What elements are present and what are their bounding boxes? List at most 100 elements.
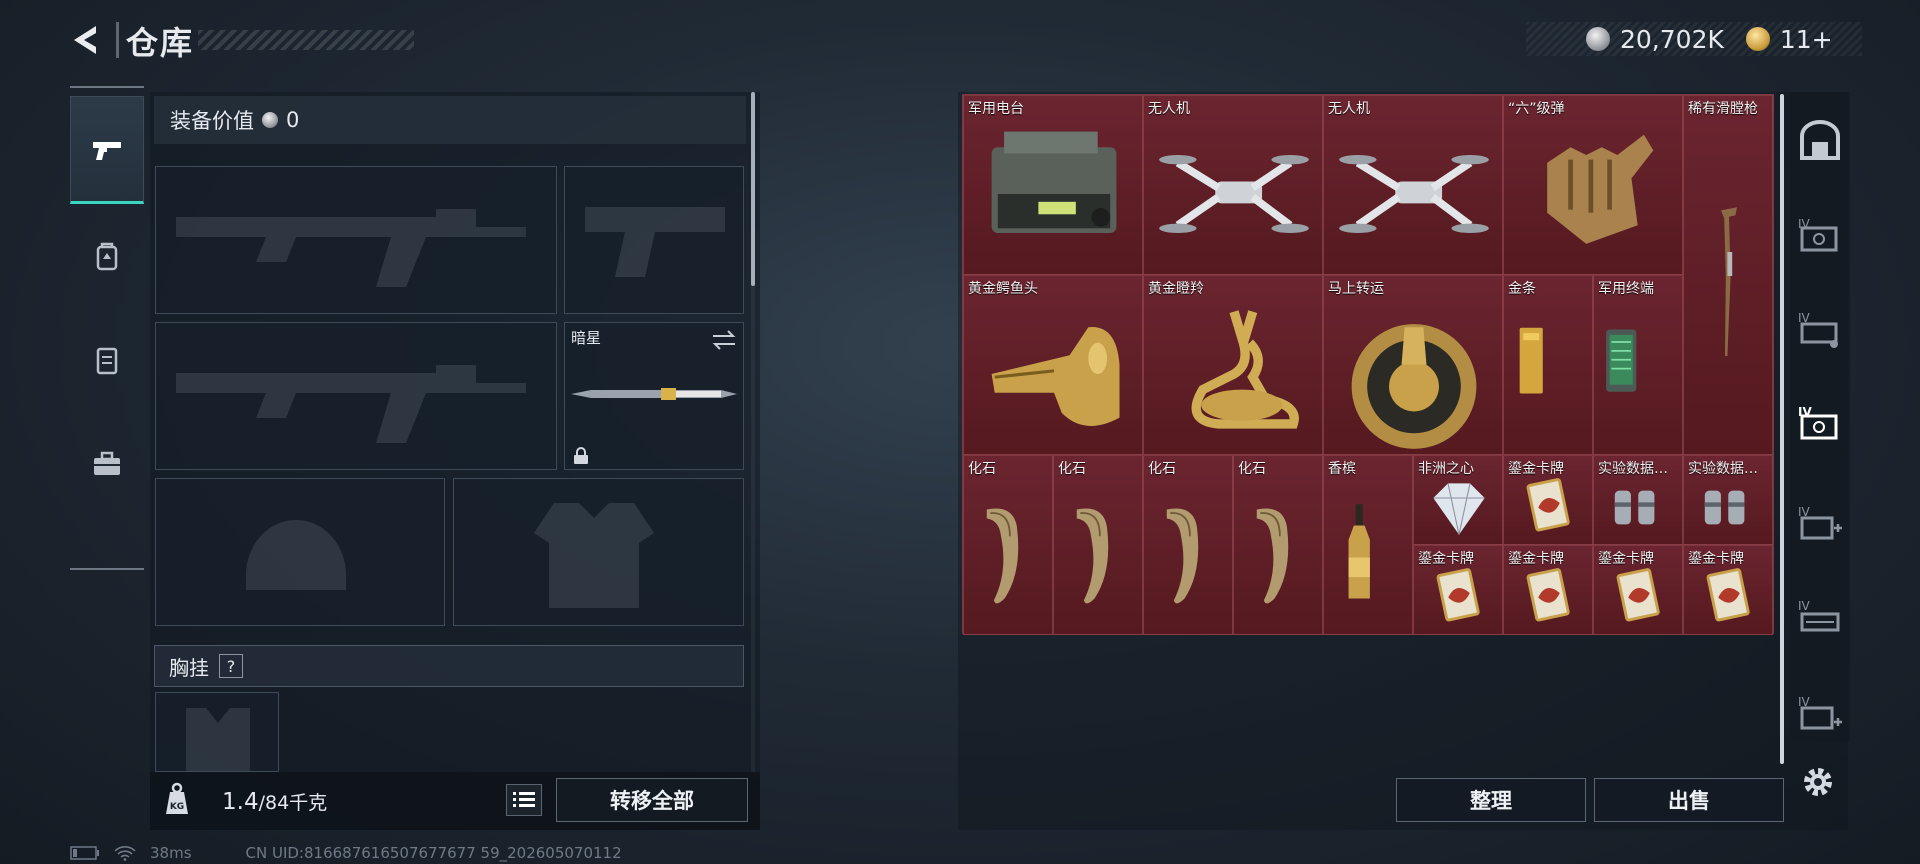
equipment-scrollbar-thumb[interactable] [751,92,755,286]
list-icon [513,792,535,807]
storage-tab-iv-6[interactable]: IV [1796,690,1844,738]
battery-icon [70,846,99,860]
storage-item[interactable]: 非洲之心 [1413,455,1503,545]
helmet-placeholder-icon [246,520,346,590]
storage-item-label: 马上转运 [1328,281,1384,297]
storage-item-label: 化石 [1058,461,1086,477]
storage-item-label: 鎏金卡牌 [1508,551,1564,567]
storage-item-label: 军用电台 [968,101,1024,117]
fortune-wheel-icon [1351,324,1477,449]
storage-item-label: “六”级弹 [1508,101,1565,117]
storage-item[interactable]: 金条 [1503,275,1593,455]
storage-item-label: 化石 [968,461,996,477]
armor-placeholder-icon [534,503,654,608]
storage-tab-iv-2[interactable]: IV [1796,306,1844,354]
chest-rig-slot[interactable] [155,692,279,772]
storage-item[interactable]: 军用电台 [963,95,1143,275]
storage-tab-iv-1[interactable]: IV [1796,212,1844,260]
storage-item[interactable]: 黄金鳄鱼头 [963,275,1143,455]
swap-icon[interactable] [711,329,737,351]
storage-item[interactable]: 鎏金卡牌 [1593,545,1683,635]
storage-item[interactable]: 无人机 [1143,95,1323,275]
equipment-value-bar: 装备价值 0 [154,96,746,144]
help-icon[interactable]: ? [219,654,243,678]
storage-iv-2-icon: IV [1798,311,1838,348]
storage-item[interactable]: 化石 [1233,455,1323,635]
silver-coin-icon [1586,27,1610,51]
storage-item[interactable]: 鎏金卡牌 [1413,545,1503,635]
drone-icon [1339,155,1489,233]
weight-icon[interactable]: KG [158,780,196,818]
fossil-claw-icon [986,508,1019,604]
rifle-placeholder-icon [176,209,526,287]
storage-item[interactable]: 化石 [1053,455,1143,635]
storage-item[interactable]: 马上转运 [1323,275,1503,455]
equipment-category-nav [70,86,144,570]
storage-item[interactable]: 无人机 [1323,95,1503,275]
back-arrow-icon [74,26,96,54]
body-armor-slot[interactable] [453,478,744,626]
storage-item-label: 黄金鳄鱼头 [968,281,1038,297]
champagne-icon [1348,504,1370,599]
storage-item[interactable]: “六”级弹 [1503,95,1683,275]
storage-item[interactable]: 稀有滑膛枪 [1683,95,1773,455]
secondary-weapon-slot[interactable] [155,322,557,470]
melee-slot[interactable]: 暗星 [564,322,744,470]
storage-item[interactable]: 化石 [963,455,1053,635]
list-view-button[interactable] [506,784,542,816]
nav-tab-weapons[interactable] [70,96,144,204]
storage-tab-iv-5[interactable]: IV [1796,594,1844,642]
vest-icon [96,347,118,375]
equipment-value-label: 装备价值 [170,109,254,133]
storage-scrollbar[interactable] [1780,94,1784,764]
storage-item[interactable]: 鎏金卡牌 [1503,545,1593,635]
storage-tab-all[interactable] [1796,118,1844,166]
sort-button[interactable]: 整理 [1396,778,1586,822]
pistol-icon [93,142,121,160]
storage-item-label: 军用终端 [1598,281,1654,297]
wifi-icon [114,846,136,861]
currency-bar: 20,702K 11+ [1526,22,1862,56]
knife-icon [571,388,737,400]
weight-max: /84千克 [258,792,328,814]
gold-crocodile-icon [991,326,1120,426]
data-canister-icon [1614,490,1655,525]
storage-item-label: 化石 [1238,461,1266,477]
nav-tab-backpack[interactable] [70,204,144,308]
storage-item-label: 实验数据… [1598,461,1668,477]
settings-button[interactable] [1796,760,1840,804]
storage-item[interactable]: 化石 [1143,455,1233,635]
backpack-icon [96,242,118,271]
nav-tab-toolbox[interactable] [70,412,144,516]
gear-icon [1804,768,1832,796]
page-title: 仓库 [126,24,195,62]
storage-item-label: 实验数据… [1688,461,1758,477]
sidearm-slot[interactable] [564,166,744,314]
transfer-all-button[interactable]: 转移全部 [556,778,748,822]
sell-button[interactable]: 出售 [1594,778,1784,822]
back-button[interactable] [66,20,106,60]
storage-item-label: 无人机 [1328,101,1370,117]
storage-tab-iv-3[interactable]: IV [1796,400,1844,448]
fossil-claw-icon [1256,508,1289,604]
storage-item[interactable]: 实验数据… [1593,455,1683,545]
primary-weapon-slot[interactable] [155,166,557,314]
storage-item[interactable]: 鎏金卡牌 [1683,545,1773,635]
storage-iv-3-icon: IV [1798,405,1838,440]
storage-item[interactable]: 鎏金卡牌 [1503,455,1593,545]
helmet-slot[interactable] [155,478,445,626]
radio-icon [991,131,1117,233]
gold-card-icon [1616,568,1660,622]
storage-item[interactable]: 黄金瞪羚 [1143,275,1323,455]
chest-rig-section-header: 胸挂 ? [154,645,744,687]
storage-item[interactable]: 香槟 [1323,455,1413,635]
storage-item[interactable]: 军用终端 [1593,275,1683,455]
silver-coin-icon [262,112,278,128]
nav-tab-armor[interactable] [70,308,144,412]
chest-rig-label: 胸挂 [169,655,209,680]
status-bar: 38ms CN UID:816687616507677677 59_202605… [70,844,622,862]
carry-weight: 1.4/84千克 [222,788,327,815]
storage-item[interactable]: 实验数据… [1683,455,1773,545]
shaka-hand-icon [1547,134,1654,244]
storage-tab-iv-4[interactable]: IV [1796,500,1844,548]
